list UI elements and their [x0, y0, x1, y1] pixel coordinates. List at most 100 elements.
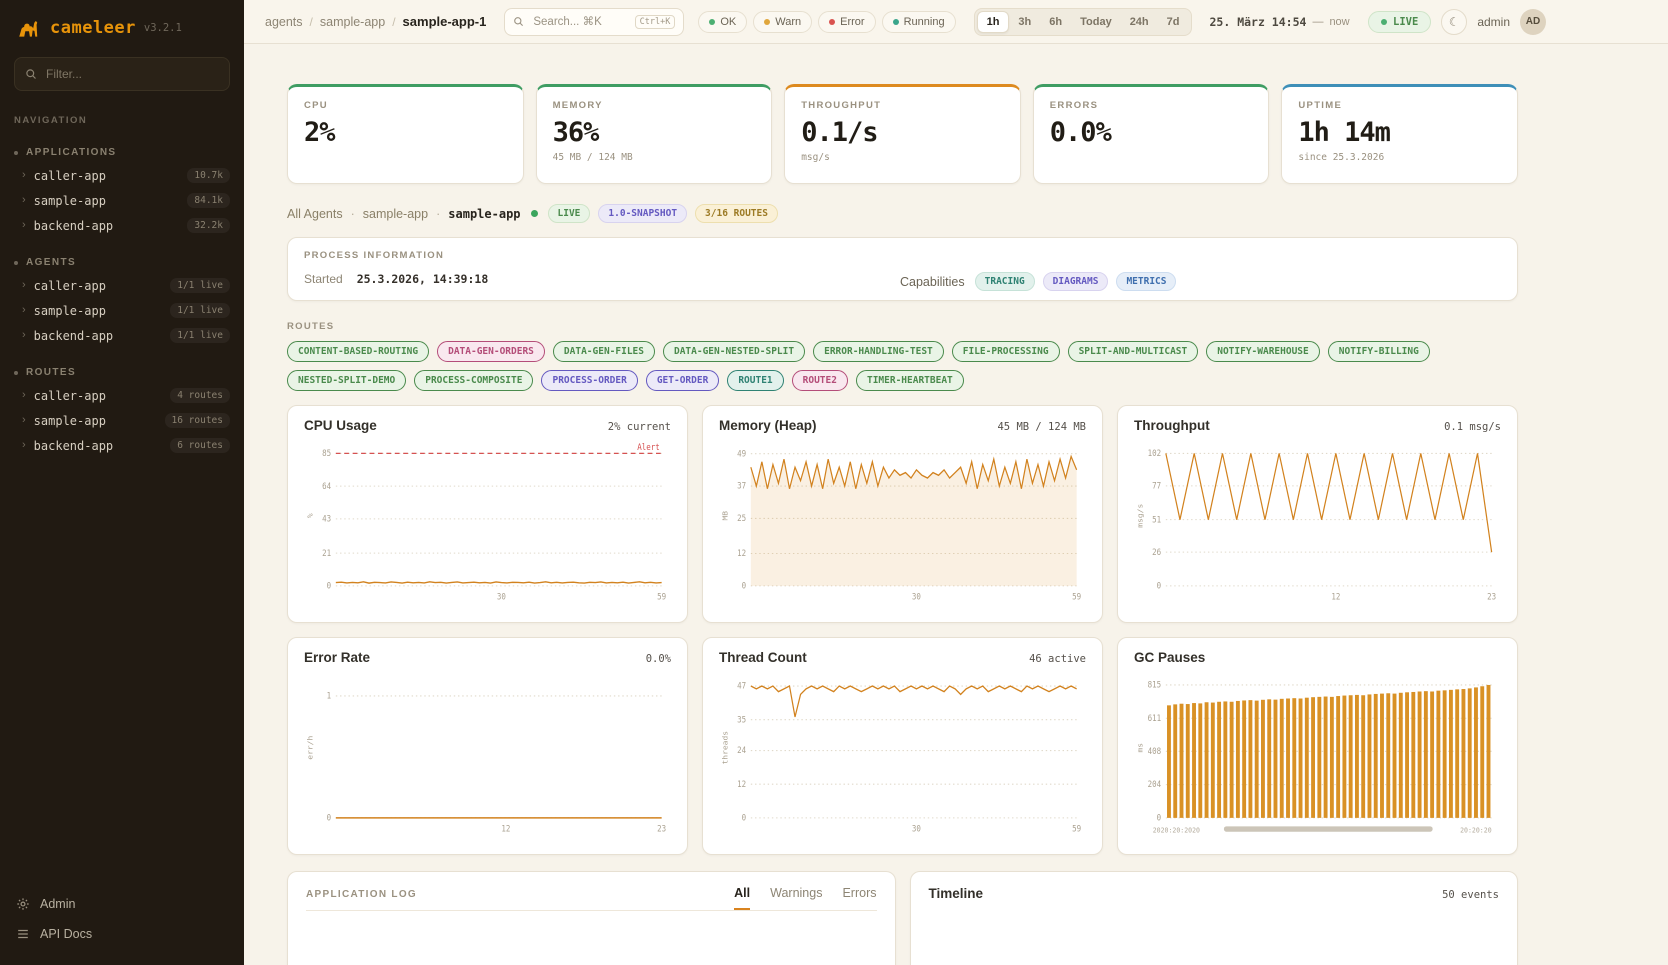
range-button-today[interactable]: Today	[1071, 12, 1121, 32]
context-crumb-all-agents[interactable]: All Agents	[287, 207, 343, 221]
route-chip-file-processing[interactable]: FILE-PROCESSING	[952, 341, 1060, 362]
svg-text:0: 0	[1157, 813, 1162, 823]
range-button-24h[interactable]: 24h	[1121, 12, 1158, 32]
cpu-usage-chart-card: CPU Usage 2% current 0214364853059%Alert	[287, 405, 688, 623]
item-count: 4 routes	[170, 388, 230, 403]
avatar[interactable]: AD	[1520, 9, 1546, 35]
range-button-7d[interactable]: 7d	[1158, 12, 1189, 32]
topbar-right: LIVE ☾ admin AD	[1368, 9, 1546, 35]
sidebar-item-routes-sample-app[interactable]: ›sample-app16 routes	[0, 408, 244, 433]
item-count: 1/1 live	[170, 303, 230, 318]
svg-text:47: 47	[737, 681, 746, 691]
route-chip-split-and-multicast[interactable]: SPLIT-AND-MULTICAST	[1068, 341, 1199, 362]
route-chip-get-order[interactable]: GET-ORDER	[646, 370, 719, 391]
route-chip-nested-split-demo[interactable]: NESTED-SPLIT-DEMO	[287, 370, 406, 391]
route-chip-route1[interactable]: ROUTE1	[727, 370, 783, 391]
time-range-display[interactable]: 25. März 14:54 — now	[1210, 15, 1350, 29]
section-header-routes[interactable]: ROUTES	[0, 362, 244, 383]
route-chip-process-composite[interactable]: PROCESS-COMPOSITE	[414, 370, 533, 391]
svg-text:35: 35	[737, 715, 746, 725]
context-crumb-sample-app[interactable]: sample-app	[363, 207, 428, 221]
global-search[interactable]: Ctrl+K	[504, 8, 684, 36]
item-name: caller-app	[34, 169, 106, 183]
sidebar-item-agents-backend-app[interactable]: ›backend-app1/1 live	[0, 323, 244, 348]
route-chip-data-gen-nested-split[interactable]: DATA-GEN-NESTED-SPLIT	[663, 341, 805, 362]
route-chip-content-based-routing[interactable]: CONTENT-BASED-ROUTING	[287, 341, 429, 362]
sidebar-item-applications-caller-app[interactable]: ›caller-app10.7k	[0, 163, 244, 188]
stat-card-throughput: THROUGHPUT0.1/smsg/s	[784, 84, 1021, 184]
sidebar-item-agents-sample-app[interactable]: › sample-app 1/1 live	[0, 298, 244, 323]
timeline-title: Timeline	[929, 886, 984, 901]
svg-text:20:20:20: 20:20:20	[1460, 826, 1492, 834]
application-log-card: APPLICATION LOG AllWarningsErrors	[287, 871, 896, 965]
dot-separator: ·	[436, 207, 440, 221]
route-chip-notify-warehouse[interactable]: NOTIFY-WAREHOUSE	[1206, 341, 1320, 362]
route-chip-error-handling-test[interactable]: ERROR-HANDLING-TEST	[813, 341, 944, 362]
filter-chip-error[interactable]: Error	[818, 11, 875, 33]
search-input[interactable]	[531, 15, 627, 29]
route-chip-data-gen-files[interactable]: DATA-GEN-FILES	[553, 341, 655, 362]
svg-text:12: 12	[1331, 592, 1340, 602]
dark-mode-toggle[interactable]: ☾	[1441, 9, 1467, 35]
sidebar-item-routes-caller-app[interactable]: ›caller-app4 routes	[0, 383, 244, 408]
item-name: backend-app	[34, 329, 113, 343]
live-dot	[1381, 19, 1387, 25]
sidebar-item-routes-backend-app[interactable]: ›backend-app6 routes	[0, 433, 244, 458]
route-chip-notify-billing[interactable]: NOTIFY-BILLING	[1328, 341, 1430, 362]
started-value: 25.3.2026, 14:39:18	[357, 272, 489, 286]
context-crumb-sample-app[interactable]: sample-app	[448, 207, 520, 221]
bottom-grid: APPLICATION LOG AllWarningsErrors Timeli…	[287, 871, 1518, 965]
search-icon	[25, 68, 37, 80]
route-chip-process-order[interactable]: PROCESS-ORDER	[541, 370, 637, 391]
svg-text:59: 59	[1072, 592, 1081, 602]
throughput-chart-card: Throughput 0.1 msg/s 02651771021223msg/s	[1117, 405, 1518, 623]
svg-text:204: 204	[1148, 780, 1162, 790]
context-row: All Agents·sample-app·sample-appLIVE1.0-…	[287, 204, 1518, 223]
timeline-card: Timeline 50 events	[910, 871, 1519, 965]
live-badge[interactable]: LIVE	[1368, 11, 1431, 33]
route-chip-timer-heartbeat[interactable]: TIMER-HEARTBEAT	[856, 370, 964, 391]
filter-input[interactable]	[44, 66, 219, 82]
log-tab-all[interactable]: All	[734, 886, 750, 910]
range-button-3h[interactable]: 3h	[1009, 12, 1040, 32]
stat-card-errors: ERRORS0.0%	[1033, 84, 1270, 184]
sidebar-footer: AdminAPI Docs	[0, 889, 244, 949]
sidebar-api-docs[interactable]: API Docs	[0, 919, 244, 949]
chart-title: Memory (Heap)	[719, 418, 817, 433]
sidebar-filter[interactable]	[14, 57, 230, 91]
filter-chip-running[interactable]: Running	[882, 11, 956, 33]
sidebar-item-applications-backend-app[interactable]: ›backend-app32.2k	[0, 213, 244, 238]
sidebar-item-agents-caller-app[interactable]: ›caller-app1/1 live	[0, 273, 244, 298]
stat-value: 0.0%	[1050, 117, 1253, 148]
section-header-agents[interactable]: AGENTS	[0, 252, 244, 273]
item-name: sample-app	[34, 304, 106, 318]
chip-label: Warn	[775, 16, 801, 28]
section-header-applications[interactable]: APPLICATIONS	[0, 142, 244, 163]
nav-label: NAVIGATION	[0, 103, 244, 128]
log-tab-warnings[interactable]: Warnings	[770, 886, 822, 910]
section-bullet-icon	[14, 371, 18, 375]
filter-chip-ok[interactable]: OK	[698, 11, 747, 33]
chevron-right-icon: ›	[22, 280, 26, 291]
route-chip-data-gen-orders[interactable]: DATA-GEN-ORDERS	[437, 341, 545, 362]
svg-text:815: 815	[1148, 680, 1162, 690]
chart-title: Thread Count	[719, 650, 807, 665]
log-tab-errors[interactable]: Errors	[842, 886, 876, 910]
filter-chip-warn[interactable]: Warn	[753, 11, 812, 33]
range-separator: —	[1312, 16, 1323, 28]
item-name: sample-app	[34, 194, 106, 208]
svg-text:64: 64	[322, 481, 331, 491]
breadcrumb-sample-app[interactable]: sample-app	[320, 15, 385, 29]
range-button-6h[interactable]: 6h	[1040, 12, 1071, 32]
breadcrumb-agents[interactable]: agents	[265, 15, 303, 29]
chart-value: 2% current	[608, 421, 671, 433]
sidebar-item-applications-sample-app[interactable]: ›sample-app84.1k	[0, 188, 244, 213]
sidebar-admin[interactable]: Admin	[0, 889, 244, 919]
stat-label: THROUGHPUT	[801, 100, 1004, 111]
chevron-right-icon: ›	[22, 305, 26, 316]
breadcrumb-sample-app-1[interactable]: sample-app-1	[403, 14, 487, 29]
item-count: 10.7k	[187, 168, 230, 183]
route-chip-route2[interactable]: ROUTE2	[792, 370, 848, 391]
range-button-1h[interactable]: 1h	[977, 11, 1010, 33]
item-count: 6 routes	[170, 438, 230, 453]
